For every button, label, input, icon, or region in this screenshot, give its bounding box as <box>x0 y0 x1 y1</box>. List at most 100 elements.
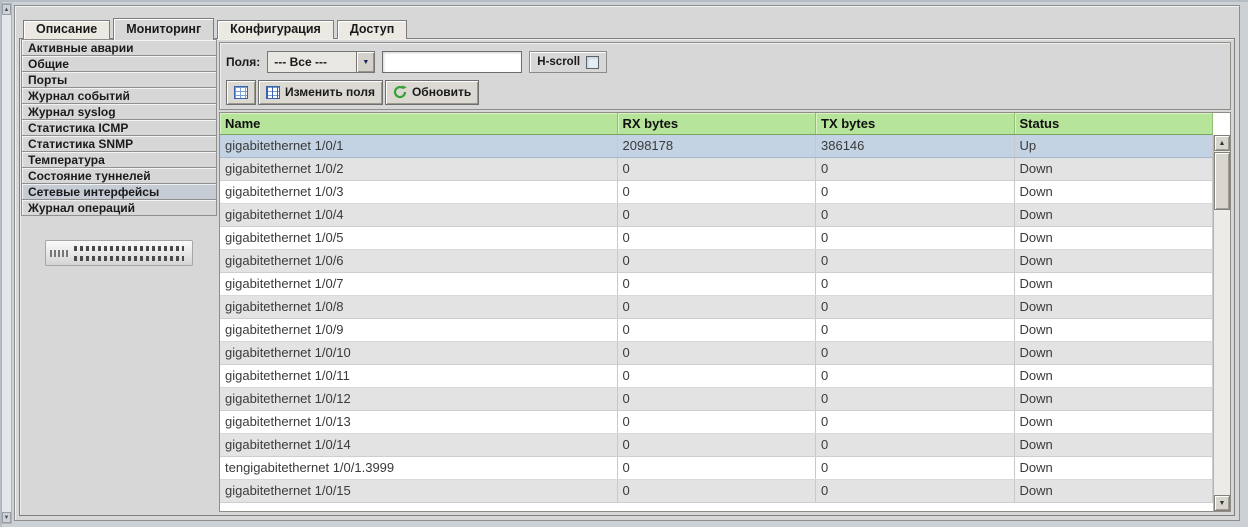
cell-rx: 0 <box>617 272 816 295</box>
cell-name: gigabitethernet 1/0/1 <box>220 134 617 157</box>
scroll-down-button[interactable]: ▼ <box>1214 495 1230 511</box>
table-row[interactable]: gigabitethernet 1/0/1100Down <box>220 364 1213 387</box>
cell-status: Down <box>1014 180 1213 203</box>
arrow-up-icon: ▲ <box>1219 140 1226 147</box>
cell-rx: 0 <box>617 456 816 479</box>
cell-tx: 0 <box>816 364 1015 387</box>
cell-rx: 2098178 <box>617 134 816 157</box>
cell-rx: 0 <box>617 157 816 180</box>
sidebar-item-temperature[interactable]: Температура <box>21 151 217 168</box>
table-row[interactable]: gigabitethernet 1/0/1500Down <box>220 479 1213 502</box>
refresh-icon <box>393 85 407 99</box>
filter-row: Поля: --- Все --- ▼ H-scroll <box>226 49 1224 75</box>
sidebar-item-tunnels-state[interactable]: Состояние туннелей <box>21 167 217 184</box>
table-row[interactable]: gigabitethernet 1/0/1000Down <box>220 341 1213 364</box>
interfaces-table: NameRX bytesTX bytesStatus gigabitethern… <box>219 112 1231 512</box>
table-row[interactable]: gigabitethernet 1/0/800Down <box>220 295 1213 318</box>
sidebar-item-active-alarms[interactable]: Активные аварии <box>21 39 217 56</box>
tab-access[interactable]: Доступ <box>337 20 407 39</box>
tab-monitoring[interactable]: Мониторинг <box>113 18 214 40</box>
tab-content: Активные аварииОбщиеПортыЖурнал событийЖ… <box>19 38 1235 516</box>
cell-tx: 386146 <box>816 134 1015 157</box>
sidebar-item-snmp-stats[interactable]: Статистика SNMP <box>21 135 217 152</box>
cell-name: gigabitethernet 1/0/13 <box>220 410 617 433</box>
table-row[interactable]: gigabitethernet 1/0/12098178386146Up <box>220 134 1213 157</box>
toolbar: Изменить поля Обновить <box>226 75 1224 105</box>
cell-status: Down <box>1014 318 1213 341</box>
cell-tx: 0 <box>816 318 1015 341</box>
table-row[interactable]: gigabitethernet 1/0/700Down <box>220 272 1213 295</box>
cell-rx: 0 <box>617 410 816 433</box>
device-manager-panel: ОписаниеМониторингКонфигурацияДоступ Акт… <box>14 5 1240 521</box>
table-view-button[interactable] <box>226 80 256 105</box>
table-row[interactable]: gigabitethernet 1/0/400Down <box>220 203 1213 226</box>
sidebar-item-operations-log[interactable]: Журнал операций <box>21 199 217 216</box>
cell-tx: 0 <box>816 272 1015 295</box>
sidebar-item-network-interfaces[interactable]: Сетевые интерфейсы <box>21 183 217 200</box>
switch-ports-graphic <box>50 250 68 257</box>
scrollbar-thumb[interactable] <box>1214 152 1230 210</box>
cell-name: gigabitethernet 1/0/11 <box>220 364 617 387</box>
cell-status: Down <box>1014 479 1213 502</box>
cell-status: Up <box>1014 134 1213 157</box>
cell-name: gigabitethernet 1/0/6 <box>220 249 617 272</box>
tab-description[interactable]: Описание <box>23 20 110 39</box>
table-vertical-scrollbar[interactable]: ▲ ▼ <box>1213 135 1230 511</box>
table-row[interactable]: gigabitethernet 1/0/200Down <box>220 157 1213 180</box>
cell-tx: 0 <box>816 180 1015 203</box>
sidebar-item-icmp-stats[interactable]: Статистика ICMP <box>21 119 217 136</box>
outer-scroll-up-button[interactable]: ▲ <box>2 4 11 15</box>
column-header[interactable]: RX bytes <box>617 113 816 134</box>
hscroll-checkbox[interactable] <box>586 56 599 69</box>
sidebar-item-syslog[interactable]: Журнал syslog <box>21 103 217 120</box>
switch-device-image <box>45 240 193 266</box>
cell-rx: 0 <box>617 203 816 226</box>
sidebar-item-general[interactable]: Общие <box>21 55 217 72</box>
refresh-button[interactable]: Обновить <box>385 80 479 105</box>
table-row[interactable]: gigabitethernet 1/0/1300Down <box>220 410 1213 433</box>
fields-combobox[interactable]: --- Все --- ▼ <box>267 51 375 73</box>
outer-vertical-scrollbar[interactable]: ▲ ▼ <box>1 3 12 524</box>
application-window: ▲ ▼ ОписаниеМониторингКонфигурацияДоступ… <box>0 0 1248 527</box>
table-row[interactable]: tengigabitethernet 1/0/1.399900Down <box>220 456 1213 479</box>
filter-input[interactable] <box>382 51 522 73</box>
column-header[interactable]: TX bytes <box>816 113 1015 134</box>
table-row[interactable]: gigabitethernet 1/0/300Down <box>220 180 1213 203</box>
table-row[interactable]: gigabitethernet 1/0/1200Down <box>220 387 1213 410</box>
hscroll-label: H-scroll <box>537 56 580 68</box>
table-row[interactable]: gigabitethernet 1/0/900Down <box>220 318 1213 341</box>
tab-bar: ОписаниеМониторингКонфигурацияДоступ <box>23 17 407 39</box>
column-header[interactable]: Status <box>1014 113 1213 134</box>
sidebar-item-ports[interactable]: Порты <box>21 71 217 88</box>
controls-panel: Поля: --- Все --- ▼ H-scroll <box>219 42 1231 110</box>
cell-tx: 0 <box>816 433 1015 456</box>
sidebar-item-event-log[interactable]: Журнал событий <box>21 87 217 104</box>
cell-status: Down <box>1014 203 1213 226</box>
cell-status: Down <box>1014 433 1213 456</box>
scroll-up-button[interactable]: ▲ <box>1214 135 1230 151</box>
tab-configuration[interactable]: Конфигурация <box>217 20 334 39</box>
column-header[interactable]: Name <box>220 113 617 134</box>
cell-status: Down <box>1014 364 1213 387</box>
edit-columns-icon <box>266 86 280 99</box>
table-row[interactable]: gigabitethernet 1/0/500Down <box>220 226 1213 249</box>
chevron-down-icon[interactable]: ▼ <box>356 52 374 72</box>
cell-name: gigabitethernet 1/0/4 <box>220 203 617 226</box>
cell-status: Down <box>1014 387 1213 410</box>
table-row[interactable]: gigabitethernet 1/0/1400Down <box>220 433 1213 456</box>
outer-scroll-down-button[interactable]: ▼ <box>2 512 11 523</box>
edit-fields-button[interactable]: Изменить поля <box>258 80 383 105</box>
cell-name: gigabitethernet 1/0/9 <box>220 318 617 341</box>
cell-tx: 0 <box>816 249 1015 272</box>
cell-status: Down <box>1014 272 1213 295</box>
network-interfaces-view: Поля: --- Все --- ▼ H-scroll <box>217 39 1234 515</box>
cell-rx: 0 <box>617 249 816 272</box>
arrow-up-icon: ▲ <box>4 7 10 13</box>
cell-name: gigabitethernet 1/0/8 <box>220 295 617 318</box>
table-row[interactable]: gigabitethernet 1/0/600Down <box>220 249 1213 272</box>
cell-name: gigabitethernet 1/0/7 <box>220 272 617 295</box>
cell-rx: 0 <box>617 295 816 318</box>
cell-tx: 0 <box>816 295 1015 318</box>
arrow-down-icon: ▼ <box>4 515 10 521</box>
cell-name: gigabitethernet 1/0/3 <box>220 180 617 203</box>
